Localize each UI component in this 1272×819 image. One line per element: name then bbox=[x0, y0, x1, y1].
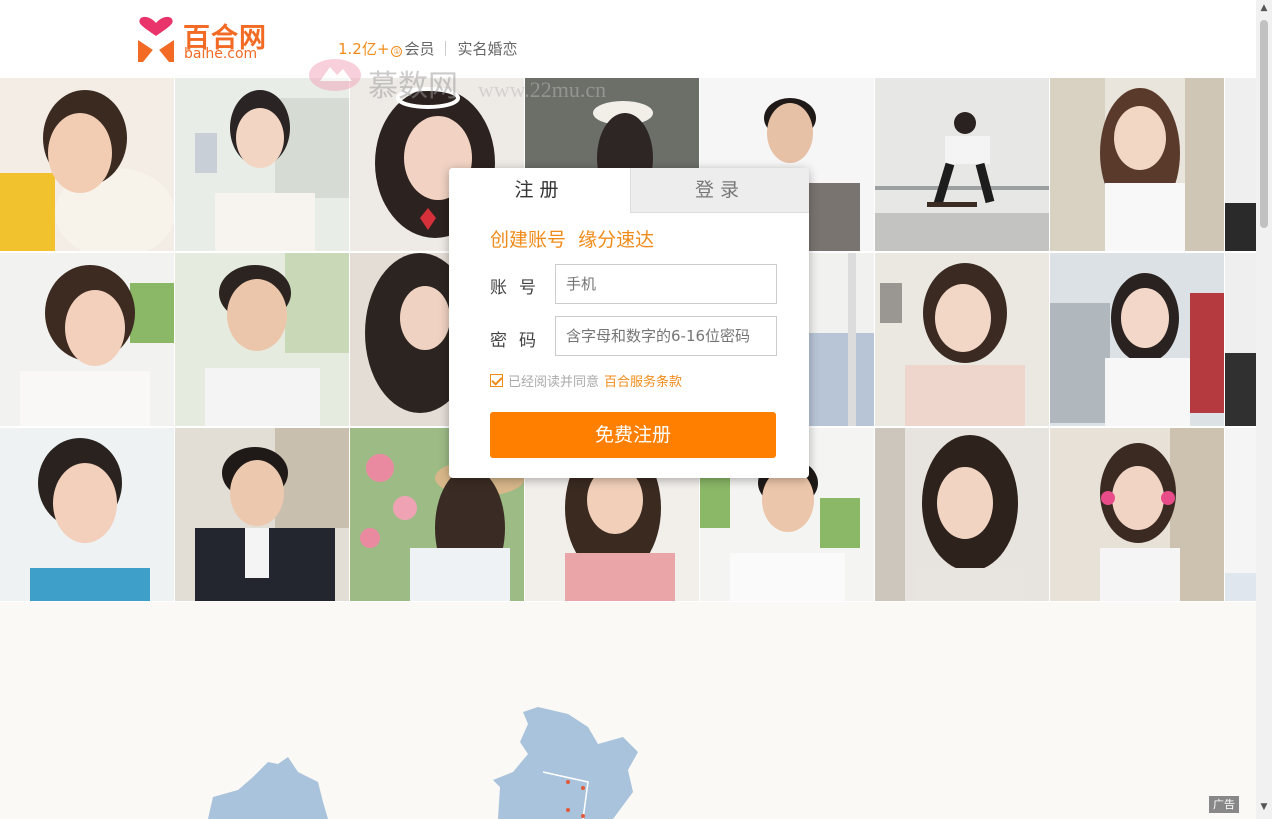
scrollbar-thumb[interactable] bbox=[1260, 20, 1268, 228]
member-photo bbox=[1225, 78, 1256, 251]
member-photo bbox=[175, 253, 349, 426]
member-photo bbox=[808, 253, 874, 426]
member-photo bbox=[0, 428, 174, 601]
member-photo bbox=[875, 428, 1049, 601]
watermark-text: 慕数网 bbox=[368, 69, 458, 104]
page-scrollbar[interactable]: ▲ ▼ bbox=[1256, 0, 1272, 819]
terms-text: 已经阅读并同意 bbox=[508, 375, 600, 390]
member-photo bbox=[0, 78, 174, 251]
member-photo bbox=[1225, 253, 1256, 426]
free-register-button[interactable]: 免费注册 bbox=[490, 412, 776, 458]
tab-login[interactable]: 登录 bbox=[630, 168, 809, 213]
member-photo bbox=[875, 253, 1049, 426]
account-label: 账号 bbox=[490, 278, 548, 298]
logo-text-en: baihe.com bbox=[184, 46, 258, 62]
account-input[interactable] bbox=[555, 264, 777, 304]
member-photo bbox=[1050, 253, 1224, 426]
ad-badge[interactable]: 广告 bbox=[1209, 796, 1239, 813]
register-slogan: 创建账号 缘分速达 bbox=[490, 229, 655, 251]
member-photo bbox=[175, 78, 349, 251]
member-photo bbox=[1225, 428, 1256, 601]
terms-agreement: 已经阅读并同意 百合服务条款 bbox=[490, 371, 682, 390]
baihe-logo[interactable]: 百合网 baihe.com bbox=[137, 14, 272, 64]
password-input[interactable] bbox=[555, 316, 777, 356]
tab-register[interactable]: 注册 bbox=[449, 168, 630, 213]
map-section bbox=[0, 602, 1256, 819]
member-photo bbox=[1050, 428, 1224, 601]
terms-link[interactable]: 百合服务条款 bbox=[604, 371, 682, 390]
baihe-logo-icon bbox=[138, 16, 174, 62]
member-photo bbox=[175, 428, 349, 601]
divider bbox=[445, 41, 447, 56]
register-panel: 注册 登录 创建账号 缘分速达 账号 密码 已经阅读并同意 百合服务条款 免费注… bbox=[449, 168, 809, 478]
member-photo bbox=[875, 78, 1049, 251]
scroll-up-icon[interactable]: ▲ bbox=[1256, 0, 1272, 16]
member-photo bbox=[0, 253, 174, 426]
terms-checkbox[interactable] bbox=[490, 374, 503, 387]
china-map-graphic bbox=[208, 707, 638, 819]
member-photo bbox=[1050, 78, 1224, 251]
watermark-url: www.22mu.cn bbox=[478, 77, 607, 102]
scroll-down-icon[interactable]: ▼ bbox=[1256, 799, 1272, 815]
password-label: 密码 bbox=[490, 331, 548, 351]
watermark: 慕数网 www.22mu.cn bbox=[308, 55, 638, 104]
watermark-logo-icon bbox=[309, 59, 361, 91]
